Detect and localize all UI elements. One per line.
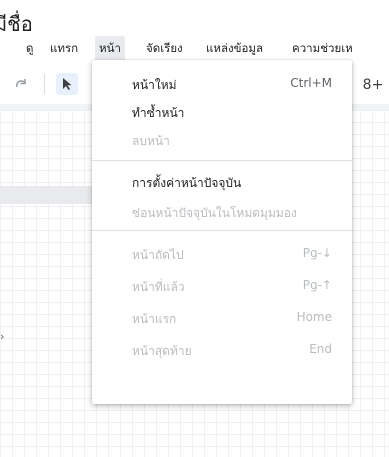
redo-icon[interactable] — [10, 73, 32, 95]
shapes-glyph: 8+ — [362, 77, 384, 93]
menu-item-shortcut: Home — [296, 310, 332, 324]
menu-item-label: หน้าสุดท้าย — [132, 344, 192, 358]
row-highlight — [0, 186, 92, 204]
menu-item-shortcut: Pg-↑ — [302, 278, 332, 292]
shapes-icon[interactable]: 8+ — [360, 73, 386, 95]
menu-item-label: หน้าใหม่ — [132, 78, 177, 92]
menu-item-label: หน้าถัดไป — [132, 248, 184, 262]
menu-resources[interactable]: แหล่งข้อมูล — [202, 36, 267, 62]
menu-item-delete-page[interactable]: ลบหน้า — [92, 126, 352, 154]
menu-help[interactable]: ความช่วยเห — [288, 36, 357, 62]
menu-bar: ดู แทรก หน้า จัดเรียง แหล่งข้อมูล ความช่… — [0, 36, 389, 62]
menu-arrange[interactable]: จัดเรียง — [142, 36, 187, 62]
menu-item-shortcut: End — [309, 342, 332, 356]
menu-item-label: ทำซ้ำหน้า — [132, 106, 185, 120]
menu-item-new-page[interactable]: หน้าใหม่ Ctrl+M — [92, 70, 352, 98]
menu-item-next-page[interactable]: หน้าถัดไป Pg-↓ — [92, 240, 352, 268]
menu-item-hide-page[interactable]: ซ่อนหน้าปัจจุบันในโหมดมุมมอง — [92, 198, 352, 226]
menu-item-label: ลบหน้า — [132, 134, 170, 148]
menu-item-shortcut: Pg-↓ — [302, 246, 332, 260]
menu-item-previous-page[interactable]: หน้าที่แล้ว Pg-↑ — [92, 272, 352, 300]
cursor-icon[interactable] — [56, 73, 78, 95]
menu-page[interactable]: หน้า — [95, 36, 125, 62]
page-menu-dropdown: หน้าใหม่ Ctrl+M ทำซ้ำหน้า ลบหน้า การตั้ง… — [92, 60, 352, 404]
menu-separator — [92, 230, 352, 231]
menu-insert[interactable]: แทรก — [46, 36, 82, 62]
menu-item-first-page[interactable]: หน้าแรก Home — [92, 304, 352, 332]
menu-item-label: การตั้งค่าหน้าปัจจุบัน — [132, 176, 242, 190]
menu-item-shortcut: Ctrl+M — [290, 76, 332, 90]
menu-item-last-page[interactable]: หน้าสุดท้าย End — [92, 336, 352, 364]
menu-view[interactable]: ดู — [22, 36, 37, 62]
menu-item-page-settings[interactable]: การตั้งค่าหน้าปัจจุบัน — [92, 168, 352, 196]
toolbar-separator — [44, 74, 45, 94]
menu-item-label: ซ่อนหน้าปัจจุบันในโหมดมุมมอง — [132, 206, 297, 220]
menu-item-label: หน้าที่แล้ว — [132, 280, 185, 294]
menu-item-label: หน้าแรก — [132, 312, 177, 326]
menu-separator — [92, 160, 352, 161]
menu-item-duplicate-page[interactable]: ทำซ้ำหน้า — [92, 98, 352, 126]
edge-marker: › — [0, 330, 5, 343]
